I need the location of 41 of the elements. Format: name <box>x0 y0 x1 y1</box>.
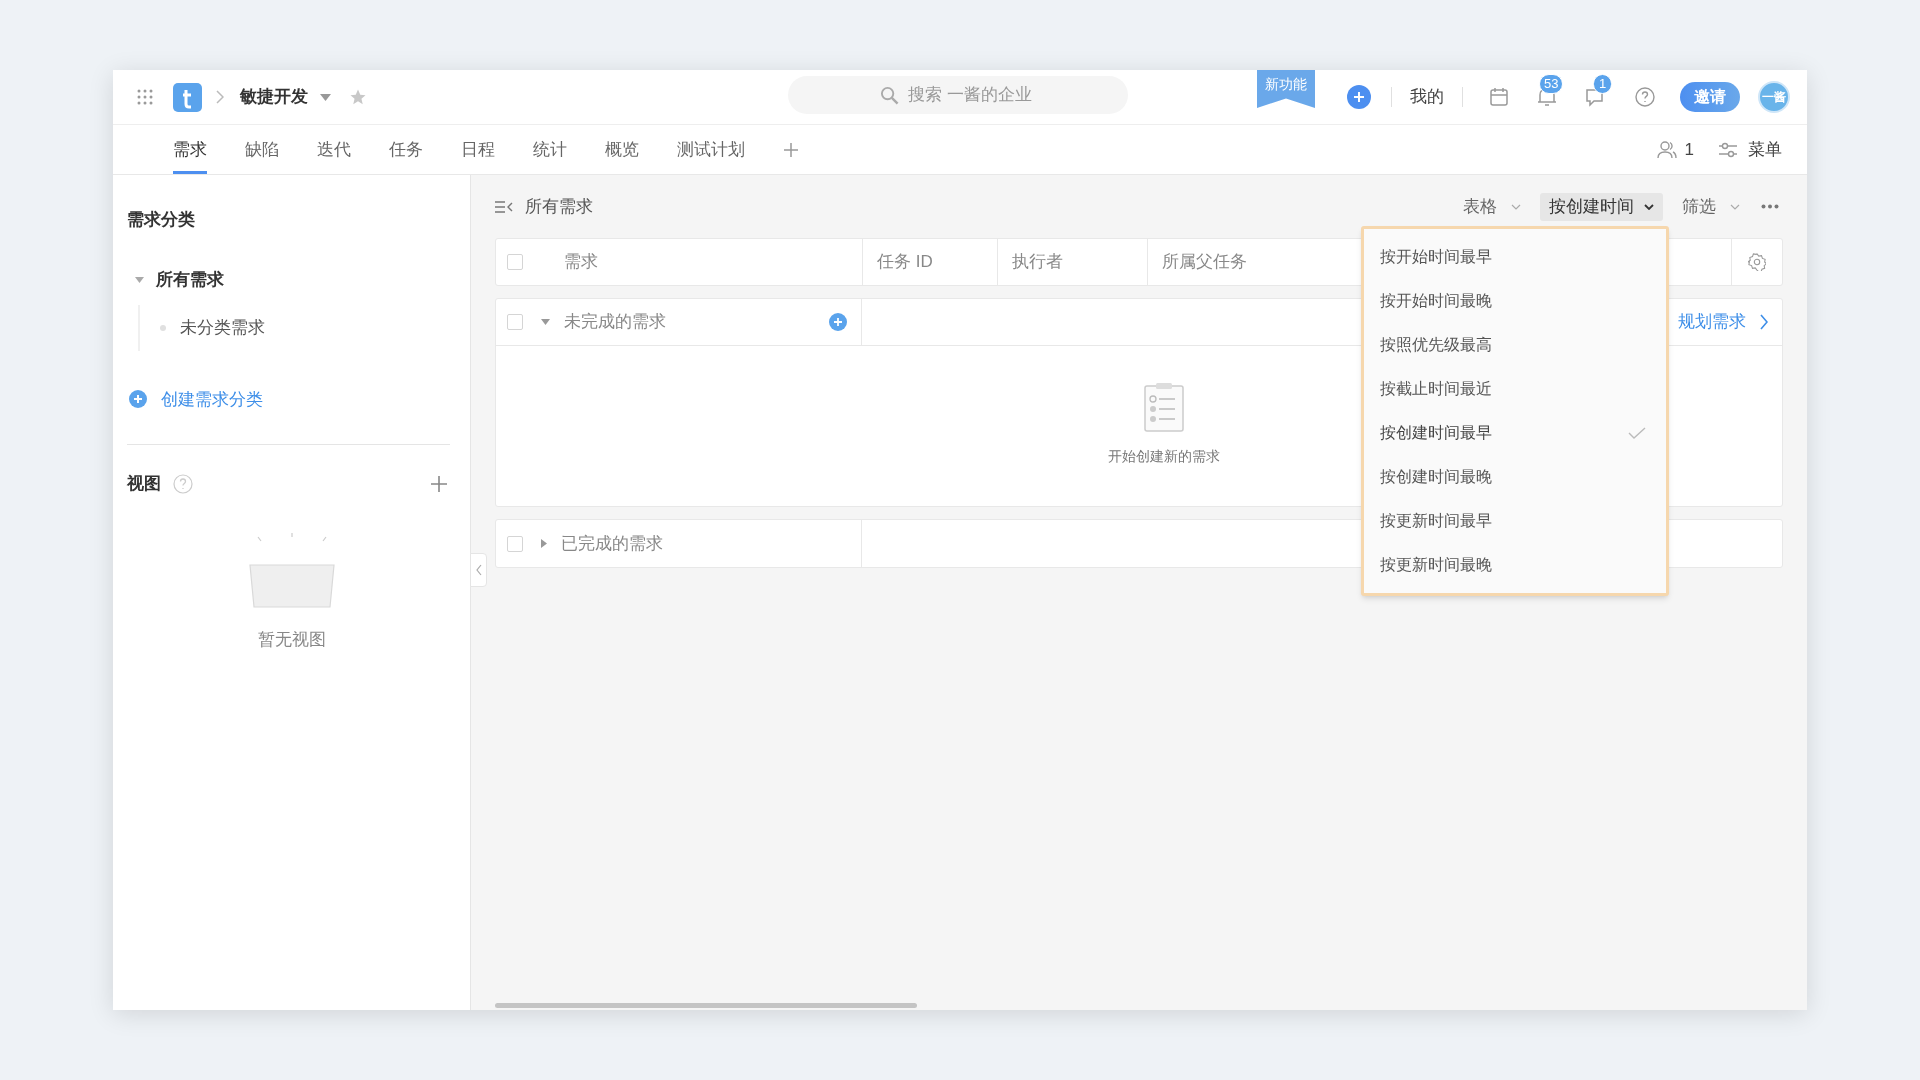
tab[interactable]: 测试计划 <box>677 125 745 174</box>
column-header[interactable]: 执行者 <box>1012 249 1063 275</box>
toolbar-dropdown[interactable]: 按创建时间 <box>1540 192 1663 221</box>
member-count[interactable]: 1 <box>1684 136 1694 163</box>
plan-requirements-link[interactable]: 规划需求 <box>1678 309 1768 335</box>
tab[interactable]: 统计 <box>533 125 567 174</box>
sort-option[interactable]: 按更新时间最晚 <box>1364 543 1666 587</box>
section-title: 需求分类 <box>127 209 196 231</box>
project-title[interactable]: 敏捷开发 <box>240 84 308 110</box>
sort-option[interactable]: 按创建时间最早 <box>1364 411 1666 455</box>
sort-option[interactable]: 按创建时间最晚 <box>1364 455 1666 499</box>
sort-option[interactable]: 按开始时间最早 <box>1364 235 1666 279</box>
tab[interactable]: 概览 <box>605 125 639 174</box>
empty-state-text: 开始创建新的需求 <box>1108 447 1220 466</box>
tab[interactable]: 迭代 <box>317 125 351 174</box>
mine-link[interactable]: 我的 <box>1410 84 1444 110</box>
empty-views-text: 暂无视图 <box>257 628 326 651</box>
column-header[interactable]: 任务 ID <box>877 249 933 275</box>
view-title: 所有需求 <box>525 195 593 218</box>
notification-count-badge: 53 <box>1539 74 1564 94</box>
column-header[interactable]: 需求 <box>564 249 598 275</box>
tab[interactable]: 任务 <box>389 125 423 174</box>
tree-item[interactable]: 所有需求 <box>156 266 224 293</box>
create-category-link[interactable]: 创建需求分类 <box>161 386 263 412</box>
sort-option[interactable]: 按开始时间最晚 <box>1364 279 1666 323</box>
tab[interactable]: 日程 <box>461 125 495 174</box>
tab[interactable]: 缺陷 <box>245 125 279 174</box>
menu-link[interactable]: 菜单 <box>1748 136 1782 163</box>
tab[interactable]: 需求 <box>173 125 207 174</box>
sort-option[interactable]: 按截止时间最近 <box>1364 367 1666 411</box>
toolbar-dropdown[interactable]: 筛选 <box>1673 192 1749 221</box>
section-title: 视图 <box>127 473 161 495</box>
tree-item[interactable]: 未分类需求 <box>180 314 265 341</box>
sort-option[interactable]: 按更新时间最早 <box>1364 499 1666 543</box>
toolbar-dropdown[interactable]: 表格 <box>1454 192 1530 221</box>
sort-option[interactable]: 按照优先级最高 <box>1364 323 1666 367</box>
message-count-badge: 1 <box>1593 74 1613 94</box>
search-field[interactable]: 搜索 一酱的企业 <box>788 76 1128 114</box>
column-header[interactable]: 所属父任务 <box>1162 249 1247 275</box>
group-title[interactable]: 已完成的需求 <box>561 530 663 557</box>
group-title[interactable]: 未完成的需求 <box>564 309 666 335</box>
